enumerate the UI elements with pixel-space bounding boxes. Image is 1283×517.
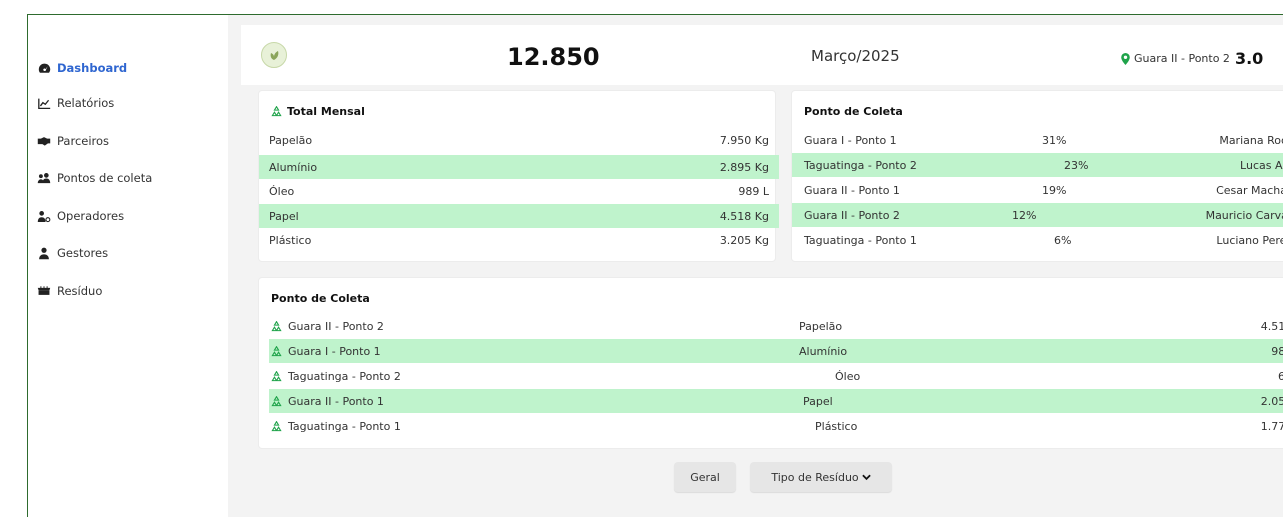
sidebar-item-gestores[interactable]: Gestores	[37, 243, 108, 263]
table-row: Papel 4.518 Kg	[259, 204, 779, 228]
map-pin-icon	[1121, 52, 1130, 65]
waste-type-label: Tipo de Resíduo	[771, 470, 859, 484]
recycle-icon	[271, 370, 282, 382]
recycle-icon	[271, 106, 282, 117]
sidebar-item-residuo[interactable]: Resíduo	[37, 281, 102, 301]
table-row: Alumínio 2.895 Kg	[259, 155, 779, 179]
table-row: Guara II - Ponto 2 Papelão 4.518 I	[269, 314, 1283, 338]
table-row: Taguatinga - Ponto 2 Óleo 623	[269, 364, 1283, 388]
people-group-icon	[37, 171, 51, 185]
table-row: Plástico 3.205 Kg	[269, 233, 769, 247]
sidebar-item-pontos-de-coleta[interactable]: Pontos de coleta	[37, 168, 152, 188]
month-label: Março/2025	[811, 47, 900, 65]
location-indicator: Guara II - Ponto 2 3.0	[1121, 49, 1263, 68]
sidebar-item-dashboard[interactable]: Dashboard	[37, 58, 127, 78]
location-value: 3.0	[1234, 49, 1264, 68]
table-row: Guara I - Ponto 1 31% Mariana Roch	[804, 133, 1283, 147]
chevron-down-icon	[861, 474, 871, 481]
sidebar-item-label: Relatórios	[57, 96, 115, 110]
sidebar-item-label: Pontos de coleta	[57, 171, 153, 185]
table-row: Taguatinga - Ponto 2 23% Lucas Abr	[792, 153, 1283, 177]
app-logo	[261, 42, 287, 68]
summary-header: 12.850 Março/2025 Guara II - Ponto 2 3.0	[241, 25, 1283, 85]
handshake-icon	[37, 134, 51, 148]
sidebar-item-label: Parceiros	[57, 134, 110, 148]
total-collected: 12.850	[507, 43, 600, 71]
recycle-icon	[271, 320, 282, 332]
monthly-total-card: Total Mensal Papelão 7.950 Kg Alumínio 2…	[258, 90, 779, 262]
dashboard-icon	[37, 61, 51, 75]
dumpster-icon	[37, 284, 51, 298]
user-tie-icon	[37, 209, 51, 223]
app-window: Dashboard Relatórios Parceiros Pontos de…	[27, 14, 1283, 517]
sidebar-item-label: Operadores	[57, 209, 125, 223]
sidebar-item-label: Resíduo	[57, 284, 103, 298]
table-row: Guara I - Ponto 1 Alumínio 986 I	[269, 339, 1283, 363]
table-row: Óleo 989 L	[269, 184, 769, 198]
sidebar: Dashboard Relatórios Parceiros Pontos de…	[28, 15, 228, 517]
chart-line-icon	[37, 96, 51, 110]
table-row: Guara II - Ponto 1 19% Cesar Machad	[804, 183, 1283, 197]
waste-type-dropdown[interactable]: Tipo de Resíduo	[750, 462, 892, 492]
geral-button[interactable]: Geral	[674, 462, 736, 492]
recycle-icon	[271, 420, 282, 432]
sidebar-item-parceiros[interactable]: Parceiros	[37, 131, 109, 151]
card-title: Ponto de Coleta	[804, 105, 903, 118]
collection-points-card: Ponto de Coleta Guara I - Ponto 1 31% Ma…	[791, 90, 1283, 262]
table-row: Taguatinga - Ponto 1 6% Luciano Pereir	[804, 233, 1283, 247]
location-name: Guara II - Ponto 2	[1134, 52, 1230, 65]
user-icon	[37, 246, 51, 260]
main-content: 12.850 Março/2025 Guara II - Ponto 2 3.0…	[228, 15, 1283, 517]
table-row: Taguatinga - Ponto 1 Plástico 1.778 I	[269, 414, 1283, 438]
table-row: Guara II - Ponto 2 12% Mauricio Carvall	[792, 203, 1283, 227]
card-title: Ponto de Coleta	[271, 292, 370, 305]
recycle-icon	[271, 395, 282, 407]
table-row: Papelão 7.950 Kg	[269, 133, 769, 147]
sidebar-item-label: Gestores	[57, 246, 109, 260]
sidebar-item-relatorios[interactable]: Relatórios	[37, 93, 114, 113]
card-title: Total Mensal	[271, 105, 365, 118]
recycle-icon	[271, 345, 282, 357]
collection-detail-card: Ponto de Coleta Guara II - Ponto 2 Papel…	[258, 277, 1283, 449]
sidebar-item-label: Dashboard	[57, 61, 128, 75]
table-row: Guara II - Ponto 1 Papel 2.056 I	[269, 389, 1283, 413]
sidebar-item-operadores[interactable]: Operadores	[37, 206, 124, 226]
